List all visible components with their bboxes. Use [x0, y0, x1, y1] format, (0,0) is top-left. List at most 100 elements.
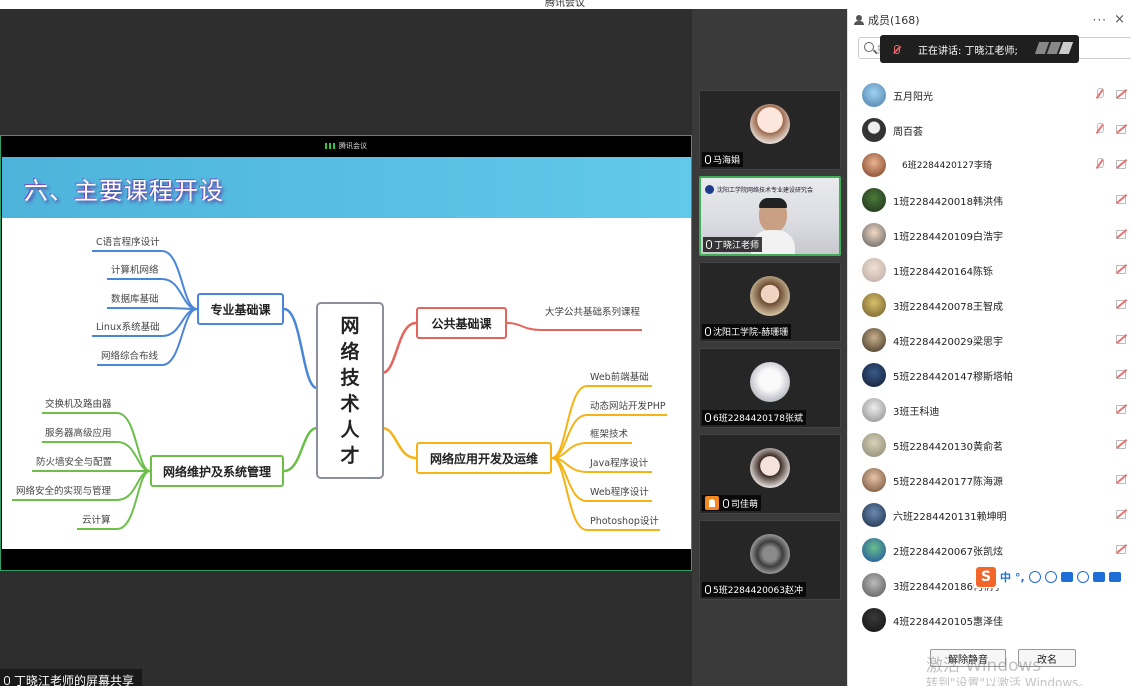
mic-muted-icon[interactable] [1095, 88, 1104, 100]
camera-off-icon[interactable] [1116, 88, 1127, 99]
mic-icon [723, 498, 729, 508]
participant-name: 司佳萌 [731, 499, 759, 510]
voice-icon[interactable] [1044, 571, 1057, 583]
center-char: 网 [340, 314, 360, 337]
member-row[interactable]: 1班2284420164陈铄 [848, 254, 1131, 289]
emoji-icon[interactable] [1028, 571, 1041, 583]
video-tile[interactable]: 司佳萌 [699, 434, 841, 514]
member-name: 六班2284420131赖坤明 [893, 512, 1007, 523]
avatar [862, 363, 886, 387]
activation-watermark: 激活 Windows [926, 656, 1042, 676]
center-char: 技 [340, 366, 360, 389]
participant-name: 马海娟 [713, 156, 741, 166]
center-char: 人 [340, 418, 360, 441]
camera-off-icon[interactable] [1116, 473, 1127, 484]
meeting-window: 腾讯会议 腾讯会议 六、主要课程开设 网 络 技 术 人 才 专业基础课 公共基… [0, 0, 1131, 686]
video-tile[interactable]: 沈阳工学院-赫珊珊 [699, 262, 841, 342]
mic-icon [705, 413, 711, 422]
shared-screen: 腾讯会议 六、主要课程开设 网 络 技 术 人 才 专业基础课 公共基础课 网络… [0, 135, 692, 571]
camera-off-icon[interactable] [1116, 438, 1127, 449]
camera-off-icon[interactable] [1116, 228, 1127, 239]
mic-muted-icon[interactable] [1095, 158, 1104, 170]
camera-off-icon[interactable] [1116, 508, 1127, 519]
close-icon[interactable]: × [1114, 12, 1125, 27]
member-name: 5班2284420177陈海源 [893, 477, 1003, 488]
member-row[interactable]: 5班2284420177陈海源 [848, 464, 1131, 499]
grid-menu-icon[interactable] [1108, 572, 1121, 582]
slide-title: 六、主要课程开设 [24, 177, 224, 205]
camera-off-icon[interactable] [1116, 368, 1127, 379]
member-row[interactable]: 5班2284420130黄俞茗 [848, 429, 1131, 464]
branch-node-gonggong: 公共基础课 [416, 307, 507, 339]
leaf-label: 云计算 [82, 515, 111, 526]
share-toolbar: 腾讯会议 [1, 136, 691, 156]
title-bar: 腾讯会议 [0, 0, 1131, 9]
leaf-label: 大学公共基础系列课程 [545, 307, 641, 318]
avatar [862, 433, 886, 457]
video-tile[interactable]: 马海娟 [699, 90, 841, 170]
member-row[interactable]: 3班2284420078王智成 [848, 289, 1131, 324]
camera-off-icon[interactable] [1116, 403, 1127, 414]
member-name: 1班2284420109白浩宇 [893, 232, 1003, 243]
user-icon[interactable] [1076, 571, 1089, 583]
avatar [862, 328, 886, 352]
mic-icon [705, 585, 711, 594]
branch-node-weihu: 网络维护及系统管理 [150, 455, 284, 487]
member-row[interactable]: 3班王科迪 [848, 394, 1131, 429]
participant-name: 5班2284420063赵冲 [713, 586, 803, 596]
skin-icon[interactable] [1092, 572, 1105, 582]
panel-title: 成员(168) [868, 14, 920, 27]
member-row[interactable]: 4班2284420029梁思宇 [848, 324, 1131, 359]
member-row[interactable]: 4班2284420105惠泽佳 [848, 604, 1131, 639]
camera-off-icon[interactable] [1116, 193, 1127, 204]
camera-off-icon[interactable] [1116, 298, 1127, 309]
member-name: 3班2284420078王智成 [893, 302, 1003, 313]
keyboard-icon[interactable] [1060, 572, 1073, 582]
member-row[interactable]: 六班2284420131赖坤明 [848, 499, 1131, 534]
screen-share-area: 腾讯会议 六、主要课程开设 网 络 技 术 人 才 专业基础课 公共基础课 网络… [0, 9, 692, 686]
leaf-label: 网络安全的实现与管理 [16, 486, 112, 497]
camera-off-icon[interactable] [1116, 158, 1127, 169]
member-name: 6班2284420127李琦 [902, 161, 992, 171]
mic-icon [705, 155, 711, 164]
video-tile[interactable]: 5班2284420063赵冲 [699, 520, 841, 600]
member-row[interactable]: 五月阳光 [848, 79, 1131, 114]
center-char: 才 [340, 444, 360, 467]
avatar [862, 293, 886, 317]
camera-banner: 沈阳工学院网络技术专业建设研究会 [705, 184, 837, 194]
participant-name: 6班2284420178张斌 [713, 414, 803, 424]
ime-punct-toggle[interactable]: °, [1015, 571, 1025, 584]
member-name: 5班2284420130黄俞茗 [893, 442, 1003, 453]
leaf-label: 动态网站开发PHP [590, 401, 666, 412]
more-icon[interactable]: ··· [1093, 13, 1107, 27]
leaf-label: Java程序设计 [590, 458, 649, 469]
avatar [862, 258, 886, 282]
share-app-label: 腾讯会议 [339, 142, 367, 150]
video-tile[interactable]: 6班2284420178张斌 [699, 348, 841, 428]
camera-off-icon[interactable] [1116, 333, 1127, 344]
member-row[interactable]: 周百荟 [848, 114, 1131, 149]
mic-muted-icon[interactable] [1095, 123, 1104, 135]
signal-icon [325, 143, 335, 149]
ime-mode-toggle[interactable]: 中 [1000, 569, 1011, 585]
sogou-ime-icon[interactable]: S [976, 567, 996, 587]
banner-text: 沈阳工学院网络技术专业建设研究会 [717, 186, 814, 194]
member-row[interactable]: 6班2284420127李琦 [848, 149, 1131, 184]
member-row[interactable]: 5班2284420147穆斯塔帕 [848, 359, 1131, 394]
camera-off-icon[interactable] [1116, 543, 1127, 554]
ime-toolbar[interactable]: S 中 °, [974, 566, 1131, 588]
video-tile-active[interactable]: 沈阳工学院网络技术专业建设研究会 丁晓江老师 [699, 176, 841, 256]
member-name: 5班2284420147穆斯塔帕 [893, 372, 1013, 383]
camera-off-icon[interactable] [1116, 123, 1127, 134]
member-name: 周百荟 [893, 127, 923, 138]
member-row[interactable]: 1班2284420109白浩宇 [848, 219, 1131, 254]
member-row[interactable]: 1班2284420018韩洪伟 [848, 184, 1131, 219]
member-row[interactable]: 2班2284420067张凯炫 [848, 534, 1131, 569]
presenter-label: 丁晓江老师的屏幕共享 [0, 669, 143, 686]
leaf-label: 网络综合布线 [101, 351, 159, 362]
participant-name: 丁晓江老师 [714, 241, 760, 251]
speaker-wave-icon [1034, 42, 1074, 54]
camera-off-icon[interactable] [1116, 263, 1127, 274]
member-name: 1班2284420164陈铄 [893, 267, 993, 278]
tile-label: 5班2284420063赵冲 [702, 582, 806, 597]
